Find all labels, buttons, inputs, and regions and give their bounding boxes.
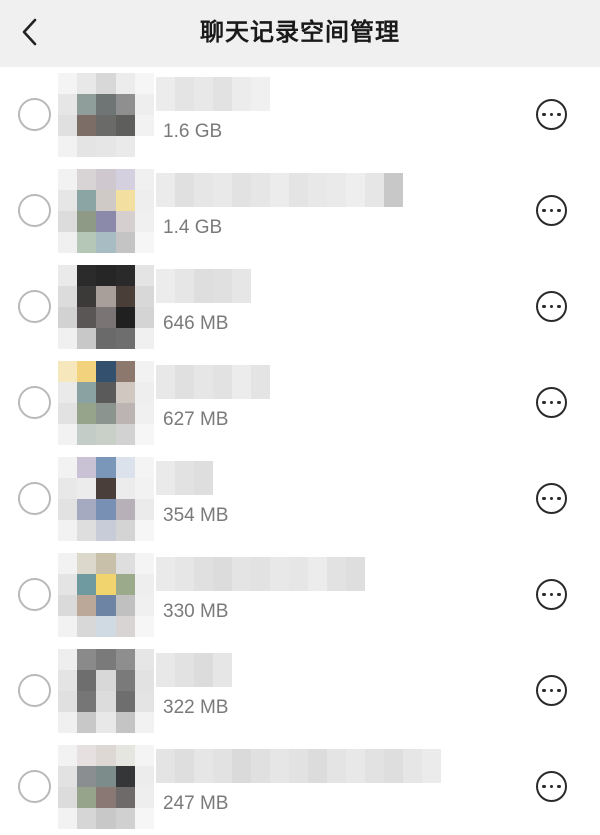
more-dot-icon <box>542 304 546 309</box>
chat-list-item[interactable]: 330 MB <box>0 547 600 643</box>
chat-list-item[interactable]: 322 MB <box>0 643 600 739</box>
storage-size: 1.4 GB <box>163 217 223 238</box>
more-dot-icon <box>557 592 561 597</box>
more-options-button[interactable] <box>536 387 567 418</box>
more-dot-icon <box>557 304 561 309</box>
chat-list-item[interactable]: 646 MB <box>0 259 600 355</box>
more-dot-icon <box>557 112 561 117</box>
more-dot-icon <box>549 688 554 693</box>
more-dot-icon <box>557 688 561 693</box>
avatar <box>58 745 154 829</box>
more-options-button[interactable] <box>536 291 567 322</box>
storage-size: 1.6 GB <box>163 121 223 142</box>
more-options-button[interactable] <box>536 483 567 514</box>
more-options-button[interactable] <box>536 195 567 226</box>
more-dot-icon <box>542 112 546 117</box>
avatar <box>58 649 154 733</box>
chat-list-item[interactable]: 247 MB <box>0 739 600 835</box>
select-radio[interactable] <box>18 98 51 131</box>
storage-size: 627 MB <box>163 409 229 430</box>
storage-size: 330 MB <box>163 601 229 622</box>
chat-name-blurred <box>156 653 232 687</box>
more-dot-icon <box>557 208 561 213</box>
chat-list-item[interactable]: 1.6 GB <box>0 67 600 163</box>
select-radio[interactable] <box>18 674 51 707</box>
select-radio[interactable] <box>18 194 51 227</box>
avatar <box>58 265 154 349</box>
more-dot-icon <box>549 592 554 597</box>
more-dot-icon <box>542 400 546 405</box>
chat-name-blurred <box>156 365 270 399</box>
chat-name-blurred <box>156 749 441 783</box>
storage-size: 646 MB <box>163 313 229 334</box>
avatar <box>58 169 154 253</box>
more-dot-icon <box>549 496 554 501</box>
storage-size: 247 MB <box>163 793 229 814</box>
back-button[interactable] <box>10 12 50 52</box>
more-dot-icon <box>542 592 546 597</box>
more-dot-icon <box>549 400 554 405</box>
avatar <box>58 553 154 637</box>
chat-name-blurred <box>156 461 213 495</box>
more-dot-icon <box>549 784 554 789</box>
page-title: 聊天记录空间管理 <box>200 18 400 46</box>
more-dot-icon <box>542 784 546 789</box>
avatar <box>58 361 154 445</box>
more-options-button[interactable] <box>536 675 567 706</box>
select-radio[interactable] <box>18 578 51 611</box>
select-radio[interactable] <box>18 770 51 803</box>
chat-name-blurred <box>156 557 365 591</box>
more-dot-icon <box>549 112 554 117</box>
more-dot-icon <box>557 496 561 501</box>
more-options-button[interactable] <box>536 771 567 802</box>
select-radio[interactable] <box>18 482 51 515</box>
more-dot-icon <box>557 400 561 405</box>
chat-list-item[interactable]: 1.4 GB <box>0 163 600 259</box>
more-dot-icon <box>542 688 546 693</box>
chat-name-blurred <box>156 77 270 111</box>
more-dot-icon <box>557 784 561 789</box>
chat-list-item[interactable]: 627 MB <box>0 355 600 451</box>
select-radio[interactable] <box>18 386 51 419</box>
more-options-button[interactable] <box>536 99 567 130</box>
more-dot-icon <box>542 208 546 213</box>
more-dot-icon <box>542 496 546 501</box>
more-dot-icon <box>549 208 554 213</box>
chat-list-item[interactable]: 354 MB <box>0 451 600 547</box>
more-dot-icon <box>549 304 554 309</box>
avatar <box>58 457 154 541</box>
chat-storage-list: 1.6 GB 1.4 GB 646 MB 627 MB 354 MB 330 MB 322 … <box>0 67 600 835</box>
chat-name-blurred <box>156 269 251 303</box>
chevron-left-icon <box>22 18 37 46</box>
storage-size: 354 MB <box>163 505 229 526</box>
more-options-button[interactable] <box>536 579 567 610</box>
nav-bar: 聊天记录空间管理 <box>0 0 600 67</box>
storage-size: 322 MB <box>163 697 229 718</box>
select-radio[interactable] <box>18 290 51 323</box>
avatar <box>58 73 154 157</box>
chat-name-blurred <box>156 173 403 207</box>
